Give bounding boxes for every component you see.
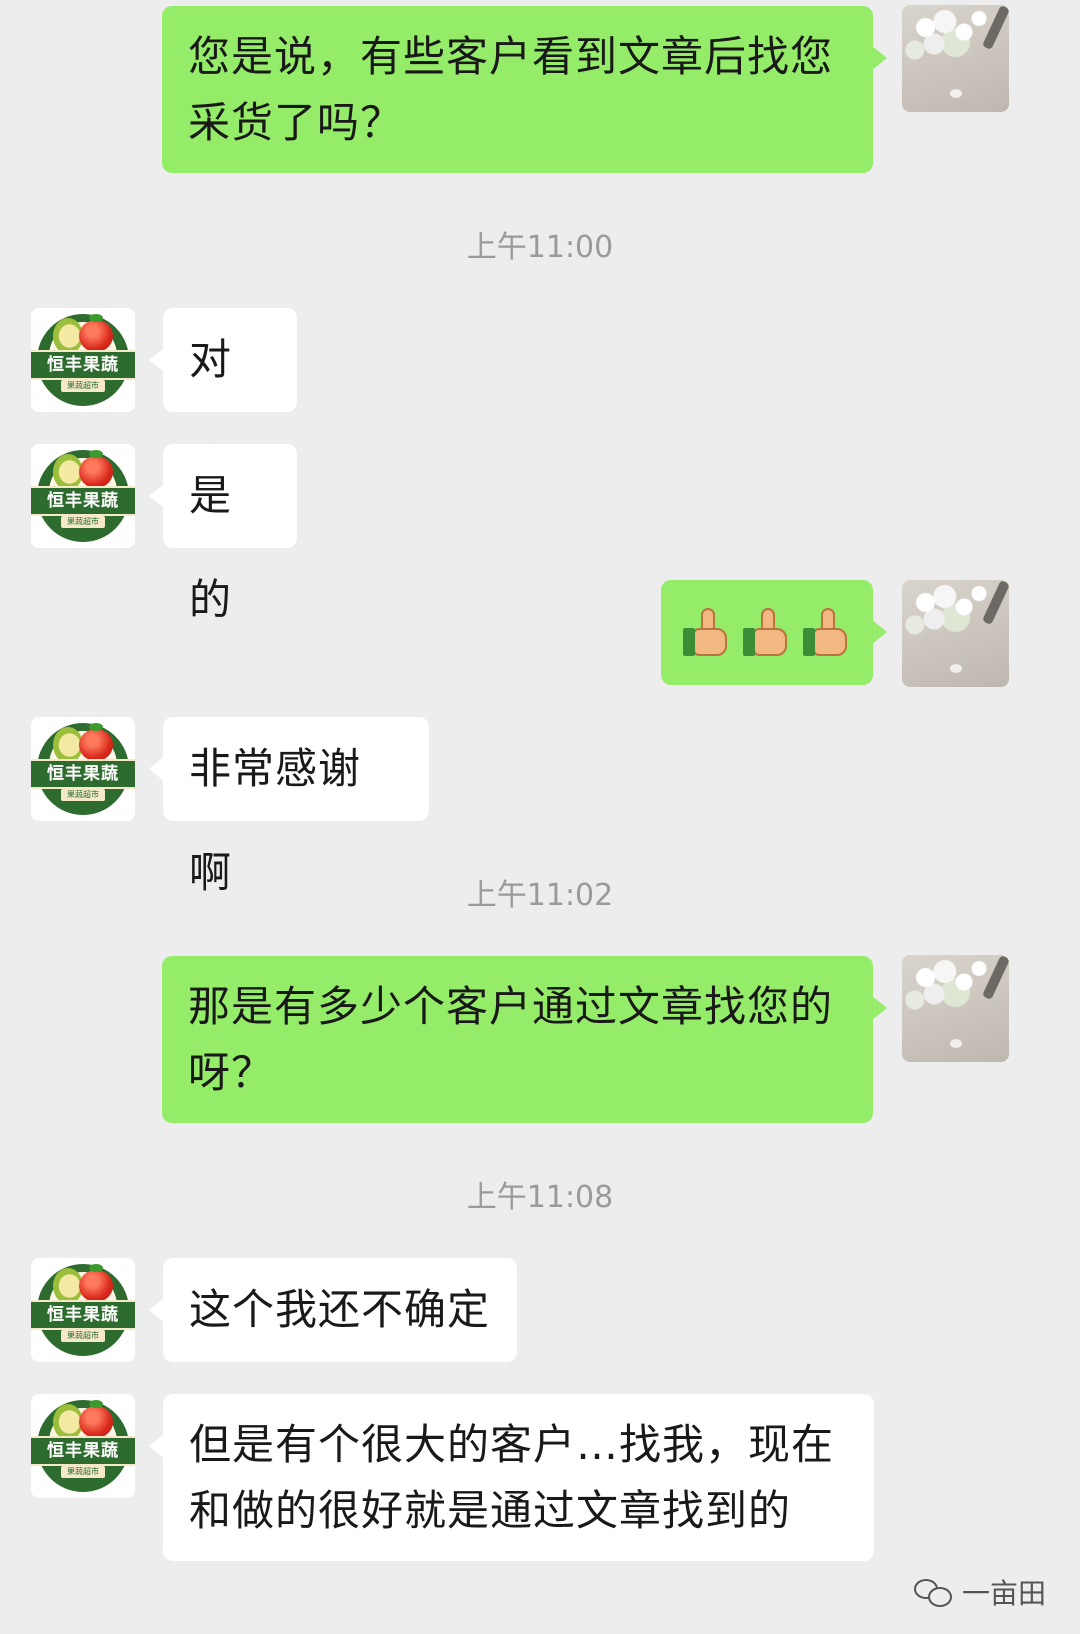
message-text: 采货了吗？ xyxy=(188,98,404,147)
message-text: 您是说，有些客户看到文章后找您 xyxy=(188,32,834,81)
contact-message-bubble[interactable]: 但是有个很大的客户…找我，现在 和做的很好就是通过文章找到的 xyxy=(149,1394,874,1561)
avatar-brand-text: 恒丰果蔬 xyxy=(31,759,135,789)
contact-avatar[interactable]: 恒丰果蔬 果蔬超市 xyxy=(31,1258,135,1362)
thumbs-up-icon xyxy=(803,607,849,658)
contact-avatar[interactable]: 恒丰果蔬 果蔬超市 xyxy=(31,444,135,548)
message-text: 和做的很好就是通过文章找到的 xyxy=(189,1486,792,1535)
message-text: 但是有个很大的客户…找我，现在 xyxy=(189,1420,835,1469)
contact-avatar[interactable]: 恒丰果蔬 果蔬超市 xyxy=(31,717,135,821)
watermark-text: 一亩田 xyxy=(961,1577,1046,1610)
message-text: 是的 xyxy=(189,471,233,624)
wechat-icon xyxy=(913,1577,954,1607)
avatar-brand-text: 恒丰果蔬 xyxy=(31,1436,135,1466)
avatar-sub-text: 果蔬超市 xyxy=(61,516,105,528)
avatar-sub-text: 果蔬超市 xyxy=(61,1330,105,1342)
avatar-brand-text: 恒丰果蔬 xyxy=(31,486,135,516)
my-avatar[interactable] xyxy=(902,580,1009,687)
message-text: 那是有多少个客户通过文章找您的 xyxy=(188,982,834,1031)
contact-message-bubble[interactable]: 是的 xyxy=(149,444,297,624)
my-avatar[interactable] xyxy=(902,5,1009,112)
contact-avatar[interactable]: 恒丰果蔬 果蔬超市 xyxy=(31,308,135,412)
avatar-brand-text: 恒丰果蔬 xyxy=(31,350,135,380)
my-message-bubble[interactable]: 那是有多少个客户通过文章找您的 呀？ xyxy=(162,956,887,1123)
avatar-sub-text: 果蔬超市 xyxy=(61,380,105,392)
timestamp: 上午11:08 xyxy=(466,1180,614,1215)
message-text: 呀？ xyxy=(188,1048,275,1097)
contact-message-bubble[interactable]: 对啊 xyxy=(149,308,297,488)
contact-avatar[interactable]: 恒丰果蔬 果蔬超市 xyxy=(31,1394,135,1498)
avatar-sub-text: 果蔬超市 xyxy=(61,789,105,801)
my-avatar[interactable] xyxy=(902,955,1009,1062)
avatar-brand-text: 恒丰果蔬 xyxy=(31,1300,135,1330)
my-emoji-bubble[interactable] xyxy=(661,580,887,685)
timestamp: 上午11:00 xyxy=(466,230,614,265)
message-text: 这个我还不确定 xyxy=(189,1285,491,1334)
timestamp: 上午11:02 xyxy=(466,878,614,913)
watermark: 一亩田 xyxy=(913,1572,1046,1612)
my-message-bubble[interactable]: 您是说，有些客户看到文章后找您 采货了吗？ xyxy=(162,6,887,173)
thumbs-up-icon xyxy=(683,607,729,658)
avatar-sub-text: 果蔬超市 xyxy=(61,1466,105,1478)
contact-message-bubble[interactable]: 这个我还不确定 xyxy=(149,1258,517,1362)
contact-message-bubble[interactable]: 非常感谢啊 xyxy=(149,717,429,897)
thumbs-up-icon xyxy=(743,607,789,658)
